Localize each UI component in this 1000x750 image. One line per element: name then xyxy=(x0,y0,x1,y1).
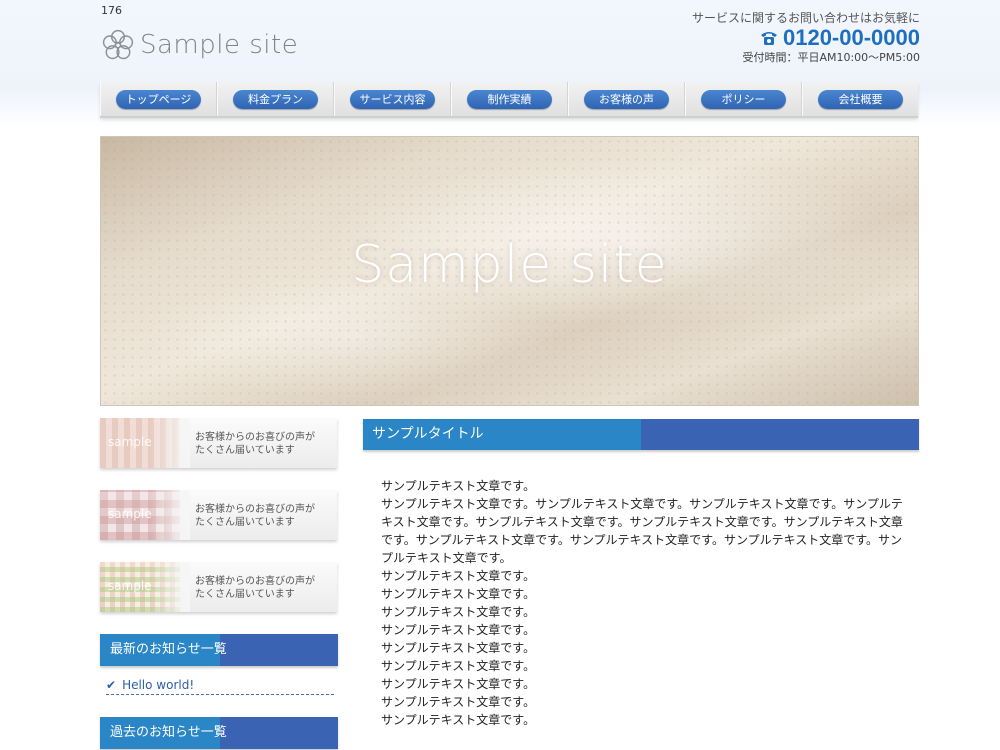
body-paragraph: サンプルテキスト文章です。 xyxy=(381,605,536,619)
nav-item-works: 制作実績 xyxy=(451,82,568,116)
checkmark-icon: ✔ xyxy=(106,678,117,692)
nav-link-testimonials[interactable]: お客様の声 xyxy=(584,89,669,109)
sidebar: sample お客様からのお喜びの声が たくさん届いています sample お客… xyxy=(100,418,338,749)
news-heading: 最新のお知らせ一覧 xyxy=(100,634,338,666)
news-list-item[interactable]: ✔ Hello world! xyxy=(106,678,334,695)
nav-link-top[interactable]: トップページ xyxy=(116,89,201,109)
hero-image: Sample site xyxy=(100,136,919,406)
body-paragraph: サンプルテキスト文章です。 xyxy=(381,587,536,601)
nav-item-pricing: 料金プラン xyxy=(217,82,334,116)
news-item-link[interactable]: Hello world! xyxy=(122,678,194,692)
content-title: サンプルタイトル xyxy=(363,419,919,450)
nav-link-company[interactable]: 会社概要 xyxy=(818,89,903,109)
hero-title: Sample site xyxy=(351,235,668,295)
phone-number-text: 0120-00-0000 xyxy=(782,25,920,50)
banner-text-line: たくさん届いています xyxy=(195,517,295,528)
testimonial-banner[interactable]: sample お客様からのお喜びの声が たくさん届いています xyxy=(100,562,337,612)
banner-fade xyxy=(150,418,190,468)
main-content: サンプルタイトル サンプルテキスト文章です。 サンプルテキスト文章です。サンプル… xyxy=(363,419,919,729)
contact-block: サービスに関するお問い合わせはお気軽に 0120-00-0000 受付時間：平日… xyxy=(692,10,920,66)
banner-thumb-label: sample xyxy=(108,579,152,593)
archive-heading: 過去のお知らせ一覧 xyxy=(100,717,338,749)
nav-link-pricing[interactable]: 料金プラン xyxy=(233,89,318,109)
site-logo[interactable]: Sample site xyxy=(100,26,298,64)
body-paragraph: サンプルテキスト文章です。 xyxy=(381,623,536,637)
testimonial-banner[interactable]: sample お客様からのお喜びの声が たくさん届いています xyxy=(100,490,337,540)
nav-item-testimonials: お客様の声 xyxy=(568,82,685,116)
business-hours: 受付時間：平日AM10:00〜PM5:00 xyxy=(742,51,920,64)
contact-lead: サービスに関するお問い合わせはお気軽に xyxy=(691,11,920,25)
global-nav: トップページ 料金プラン サービス内容 制作実績 お客様の声 ポリシー 会社概要 xyxy=(100,82,918,118)
body-paragraph: サンプルテキスト文章です。 xyxy=(381,659,536,673)
telephone-icon xyxy=(760,32,777,45)
nav-link-works[interactable]: 制作実績 xyxy=(467,89,552,109)
body-paragraph: サンプルテキスト文章です。サンプルテキスト文章です。サンプルテキスト文章です。サ… xyxy=(381,497,903,565)
banner-fade xyxy=(150,490,190,540)
banner-thumb-label: sample xyxy=(108,507,152,521)
nav-link-policy[interactable]: ポリシー xyxy=(701,89,786,109)
banner-text: お客様からのお喜びの声が たくさん届いています xyxy=(195,503,335,529)
banner-fade xyxy=(150,562,190,612)
testimonial-banner[interactable]: sample お客様からのお喜びの声が たくさん届いています xyxy=(100,418,337,468)
flower-logo-icon xyxy=(102,29,134,60)
body-paragraph: サンプルテキスト文章です。 xyxy=(381,569,536,583)
banner-text-line: お客様からのお喜びの声が xyxy=(195,432,315,443)
body-paragraph: サンプルテキスト文章です。 xyxy=(381,713,536,727)
body-paragraph: サンプルテキスト文章です。 xyxy=(381,479,536,493)
banner-thumb-label: sample xyxy=(108,435,152,449)
banner-text-line: お客様からのお喜びの声が xyxy=(195,504,315,515)
body-paragraph: サンプルテキスト文章です。 xyxy=(381,641,536,655)
page-id-label: 176 xyxy=(101,4,122,17)
phone-number[interactable]: 0120-00-0000 xyxy=(692,26,920,50)
nav-link-services[interactable]: サービス内容 xyxy=(350,89,435,109)
banner-text-line: お客様からのお喜びの声が xyxy=(195,576,315,587)
content-body: サンプルテキスト文章です。 サンプルテキスト文章です。サンプルテキスト文章です。… xyxy=(363,477,919,729)
nav-item-company: 会社概要 xyxy=(802,82,918,116)
body-paragraph: サンプルテキスト文章です。 xyxy=(381,695,536,709)
banner-text: お客様からのお喜びの声が たくさん届いています xyxy=(195,575,335,601)
nav-item-top: トップページ xyxy=(100,82,217,116)
logo-text: Sample site xyxy=(140,30,299,60)
nav-item-services: サービス内容 xyxy=(334,82,451,116)
banner-text-line: たくさん届いています xyxy=(195,445,295,456)
nav-item-policy: ポリシー xyxy=(685,82,802,116)
body-paragraph: サンプルテキスト文章です。 xyxy=(381,677,536,691)
banner-text-line: たくさん届いています xyxy=(195,589,295,600)
banner-text: お客様からのお喜びの声が たくさん届いています xyxy=(195,431,335,457)
